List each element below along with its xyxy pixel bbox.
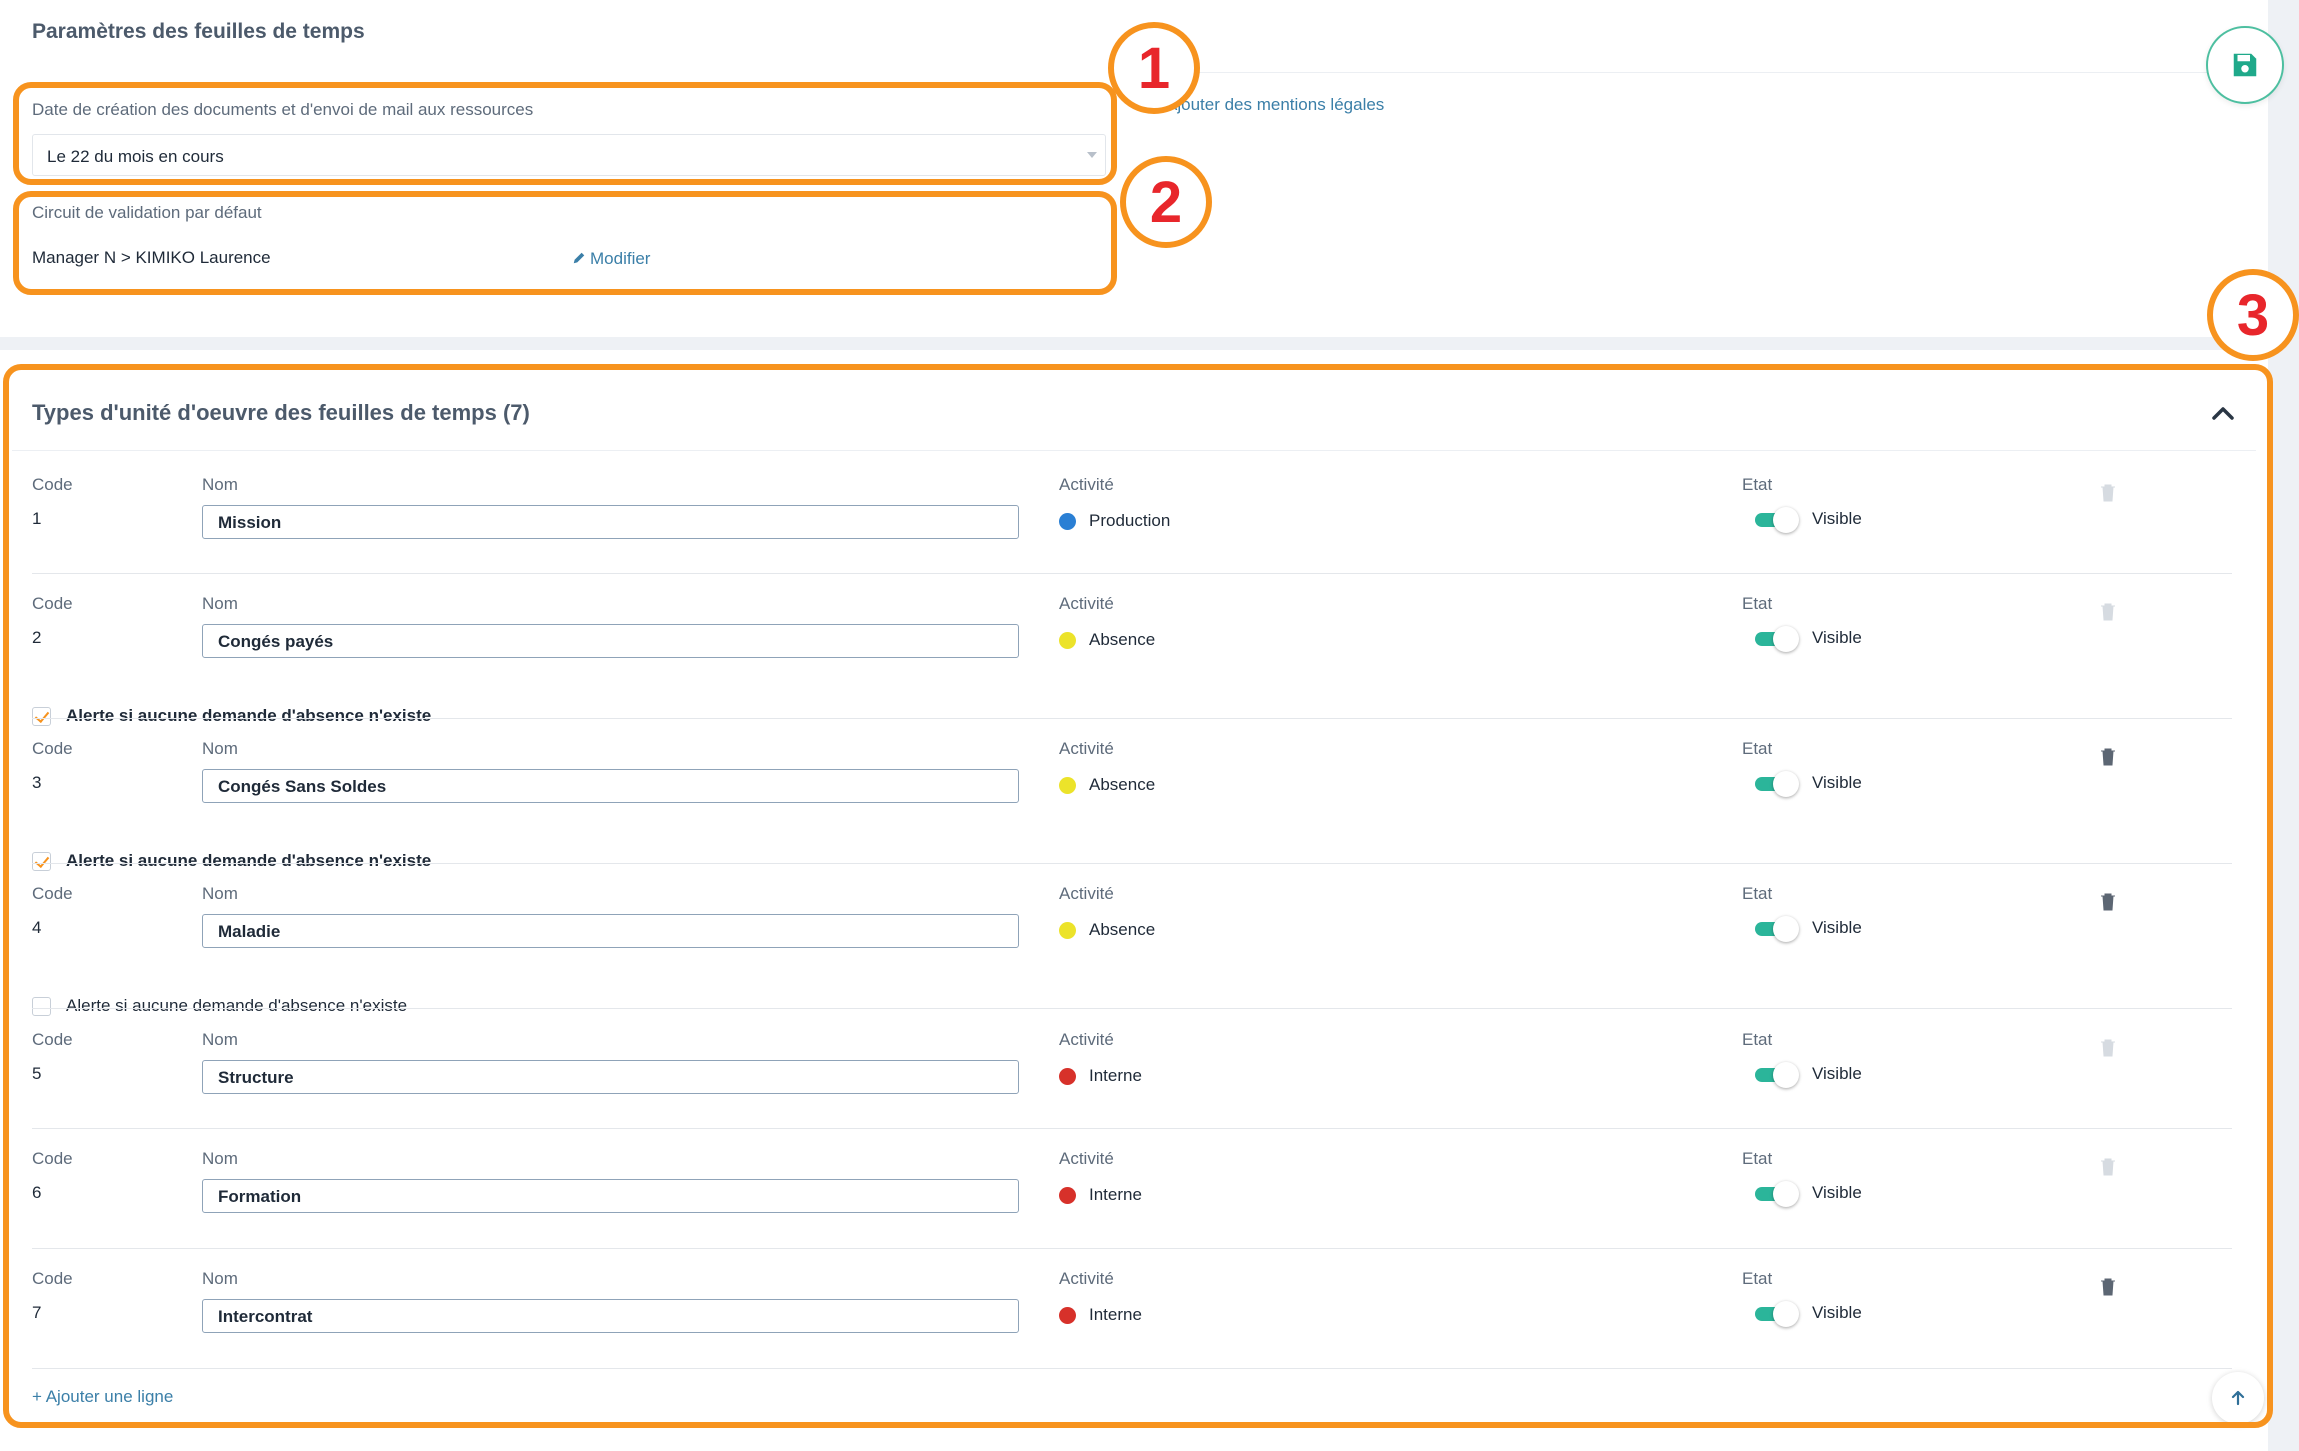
annotation-marker-1: 1 [1108,22,1200,114]
add-legal-mentions-link[interactable]: Ajouter des mentions légales [1166,95,1384,115]
annotation-marker-2: 2 [1120,156,1212,248]
page-title: Paramètres des feuilles de temps [32,20,365,43]
divider [1150,72,2250,73]
save-icon [2233,53,2257,77]
annotation-box-3 [3,364,2273,1428]
annotation-box-2 [13,191,1117,295]
save-button[interactable] [2206,26,2284,104]
annotation-marker-3: 3 [2207,269,2299,361]
annotation-box-1 [13,82,1117,185]
